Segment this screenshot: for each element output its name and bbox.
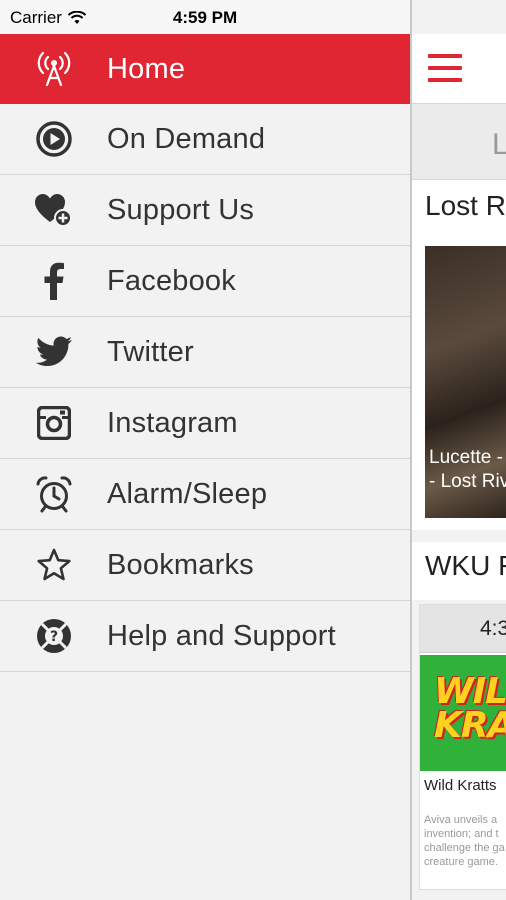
section-header: Lost R xyxy=(412,180,506,242)
menu-item-alarm-sleep[interactable]: Alarm/Sleep xyxy=(0,459,410,530)
main-content-peek: L Lost R Lucette - - Lost Riv WKU F 4:3 … xyxy=(410,0,506,900)
section-title: Lost R xyxy=(425,190,506,221)
menu-item-facebook[interactable]: Facebook xyxy=(0,246,410,317)
logo-line: WILD xyxy=(434,671,506,712)
logo-line: KRATTS xyxy=(434,705,506,746)
menu-item-help-and-support[interactable]: ? Help and Support xyxy=(0,601,410,672)
show-description: Aviva unveils a invention; and t challen… xyxy=(424,813,505,869)
menu-item-instagram[interactable]: Instagram xyxy=(0,388,410,459)
tab-label: L xyxy=(492,128,506,162)
show-title: Wild Kratts xyxy=(424,777,497,794)
featured-photo: Lucette - - Lost Riv xyxy=(425,246,506,518)
svg-text:?: ? xyxy=(50,629,58,645)
menu-item-on-demand[interactable]: On Demand xyxy=(0,104,410,175)
radio-tower-icon xyxy=(32,47,76,91)
heart-plus-icon xyxy=(32,188,76,232)
star-icon xyxy=(32,543,76,587)
facebook-icon xyxy=(32,259,76,303)
hamburger-menu-icon[interactable] xyxy=(428,54,462,82)
menu-item-label: Instagram xyxy=(107,406,238,439)
section-title: WKU F xyxy=(425,550,506,581)
play-circle-icon xyxy=(32,117,76,161)
menu-item-label: Bookmarks xyxy=(107,548,254,581)
top-nav-bar xyxy=(412,34,506,104)
app-screen: Carrier 4:59 PM Home On Demand Support U… xyxy=(0,0,506,900)
menu-item-label: On Demand xyxy=(107,122,266,155)
instagram-icon xyxy=(32,401,76,445)
show-logo: WILD KRATTS xyxy=(434,671,506,746)
status-time: 4:59 PM xyxy=(172,8,238,27)
featured-caption: Lucette - - Lost Riv xyxy=(429,446,506,494)
menu-item-label: Help and Support xyxy=(107,619,336,652)
menu-item-twitter[interactable]: Twitter xyxy=(0,317,410,388)
menu-item-label: Twitter xyxy=(107,335,194,368)
side-menu: Home On Demand Support Us Facebook Twitt… xyxy=(0,34,410,900)
menu-item-bookmarks[interactable]: Bookmarks xyxy=(0,530,410,601)
show-thumbnail: WILD KRATTS xyxy=(420,655,506,771)
twitter-icon xyxy=(32,330,76,374)
schedule-card[interactable]: 4:3 WILD KRATTS Wild Kratts Aviva unveil… xyxy=(419,604,506,890)
desc-line: invention; and t xyxy=(424,828,499,840)
caption-line: Lucette - xyxy=(429,447,503,468)
section-header: WKU F xyxy=(412,542,506,600)
featured-card[interactable]: Lucette - - Lost Riv xyxy=(412,242,506,530)
lifebuoy-icon: ? xyxy=(32,614,76,658)
desc-line: Aviva unveils a xyxy=(424,814,498,826)
caption-line: - Lost Riv xyxy=(429,471,506,492)
desc-line: creature game. xyxy=(424,856,498,868)
schedule-time-header: 4:3 xyxy=(420,605,506,653)
alarm-clock-icon xyxy=(32,472,76,516)
tab-strip[interactable]: L xyxy=(412,104,506,180)
menu-item-label: Support Us xyxy=(107,193,255,226)
menu-item-home[interactable]: Home xyxy=(0,34,410,104)
schedule-time: 4:3 xyxy=(480,617,506,640)
menu-item-label: Facebook xyxy=(107,264,236,297)
menu-item-label: Home xyxy=(107,52,186,85)
desc-line: challenge the ga xyxy=(424,842,505,854)
menu-item-support-us[interactable]: Support Us xyxy=(0,175,410,246)
menu-item-label: Alarm/Sleep xyxy=(107,477,268,510)
